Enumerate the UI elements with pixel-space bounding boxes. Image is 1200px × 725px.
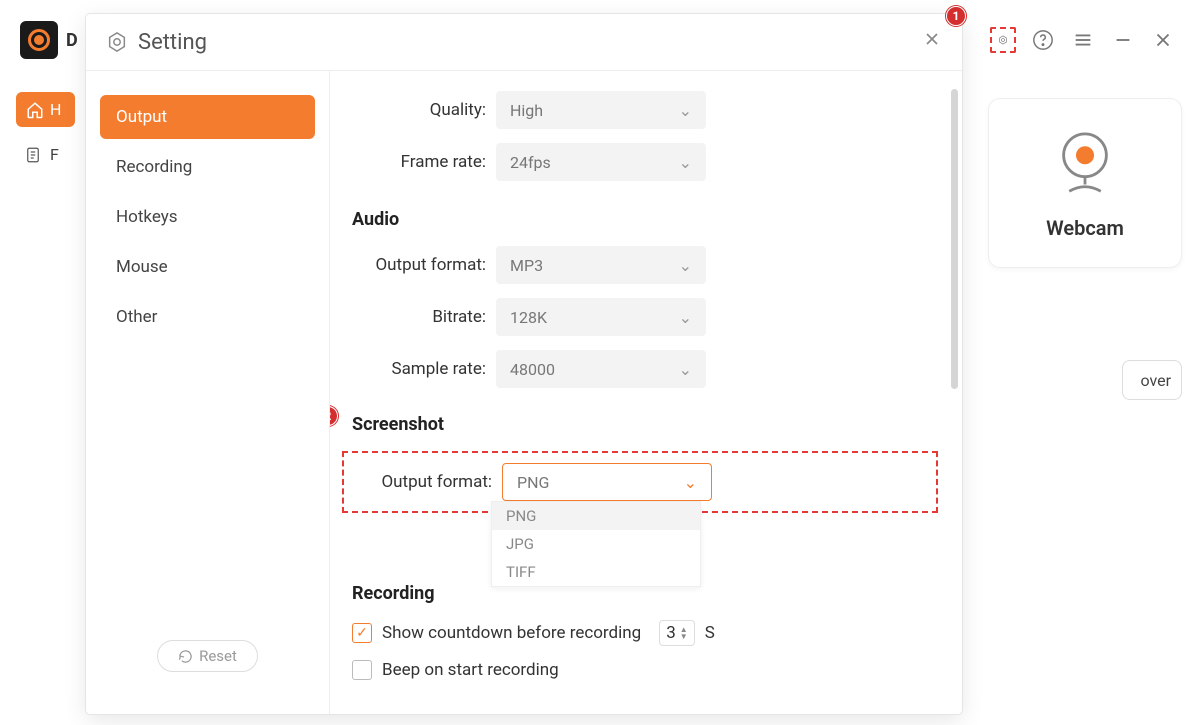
chevron-down-icon: ⌄: [679, 256, 692, 275]
screenshot-section-title: Screenshot: [352, 414, 934, 435]
webcam-icon: [1049, 126, 1121, 198]
stepper-arrows-icon: ▲▼: [680, 626, 688, 640]
settings-modal: Setting Output Recording Hotkeys Mouse O…: [86, 14, 962, 714]
dropdown-option-jpg[interactable]: JPG: [492, 530, 700, 558]
bitrate-label: Bitrate:: [346, 307, 496, 327]
screenshot-format-select[interactable]: PNG ⌄: [502, 463, 712, 501]
sidebar-item-mouse[interactable]: Mouse: [100, 245, 315, 289]
over-pill[interactable]: over: [1122, 360, 1182, 400]
frame-rate-select[interactable]: 24fps ⌄: [496, 143, 706, 181]
annotation-badge-2: 2: [330, 406, 338, 426]
quality-label: Quality:: [346, 100, 496, 120]
gear-icon: [106, 31, 128, 53]
beep-checkbox[interactable]: ✓: [352, 660, 372, 680]
close-icon[interactable]: [922, 29, 942, 55]
sidebar-item-other[interactable]: Other: [100, 295, 315, 339]
help-icon[interactable]: [1030, 27, 1056, 53]
file-tab[interactable]: F: [16, 145, 75, 164]
settings-content: Quality: High ⌄ Frame rate: 24fps ⌄ Audi…: [330, 71, 962, 714]
chevron-down-icon: ⌄: [679, 153, 692, 172]
countdown-row: ✓ Show countdown before recording 3 ▲▼ S: [352, 620, 934, 646]
beep-label: Beep on start recording: [382, 660, 559, 680]
quality-select[interactable]: High ⌄: [496, 91, 706, 129]
countdown-label: Show countdown before recording: [382, 623, 641, 643]
home-label: H: [50, 100, 61, 119]
app-logo-icon: [20, 21, 58, 59]
app-initial: D: [66, 30, 78, 51]
countdown-checkbox[interactable]: ✓: [352, 623, 372, 643]
screenshot-format-dropdown: PNG JPG TIFF: [491, 501, 701, 587]
sample-rate-select[interactable]: 48000 ⌄: [496, 350, 706, 388]
chevron-down-icon: ⌄: [679, 101, 692, 120]
screenshot-format-label: Output format:: [352, 472, 502, 492]
settings-sidebar: Output Recording Hotkeys Mouse Other Res…: [86, 71, 330, 714]
audio-section-title: Audio: [352, 209, 934, 230]
chevron-down-icon: ⌄: [679, 308, 692, 327]
reset-button[interactable]: Reset: [157, 640, 258, 672]
webcam-card[interactable]: Webcam: [988, 98, 1182, 268]
dropdown-option-png[interactable]: PNG: [492, 502, 700, 530]
bitrate-select[interactable]: 128K ⌄: [496, 298, 706, 336]
file-label: F: [50, 145, 59, 164]
audio-format-label: Output format:: [346, 255, 496, 275]
webcam-label: Webcam: [1046, 216, 1124, 240]
sidebar-item-recording[interactable]: Recording: [100, 145, 315, 189]
chevron-down-icon: ⌄: [684, 473, 697, 492]
scrollbar[interactable]: [951, 89, 958, 389]
countdown-suffix: S: [705, 623, 715, 643]
sidebar-item-hotkeys[interactable]: Hotkeys: [100, 195, 315, 239]
sidebar-item-output[interactable]: Output: [100, 95, 315, 139]
frame-rate-label: Frame rate:: [346, 152, 496, 172]
modal-title: Setting: [138, 30, 207, 55]
home-tab[interactable]: H: [16, 92, 75, 127]
audio-format-select[interactable]: MP3 ⌄: [496, 246, 706, 284]
beep-row: ✓ Beep on start recording: [352, 660, 934, 680]
minimize-icon[interactable]: [1110, 27, 1136, 53]
dropdown-option-tiff[interactable]: TIFF: [492, 558, 700, 586]
background-sidebar: H F: [16, 92, 75, 164]
menu-icon[interactable]: [1070, 27, 1096, 53]
countdown-stepper[interactable]: 3 ▲▼: [659, 620, 694, 646]
chevron-down-icon: ⌄: [679, 360, 692, 379]
modal-header: Setting: [86, 14, 962, 70]
close-icon[interactable]: [1150, 27, 1176, 53]
gear-icon[interactable]: [990, 27, 1016, 53]
sample-rate-label: Sample rate:: [346, 359, 496, 379]
annotation-badge-1: 1: [946, 6, 966, 26]
